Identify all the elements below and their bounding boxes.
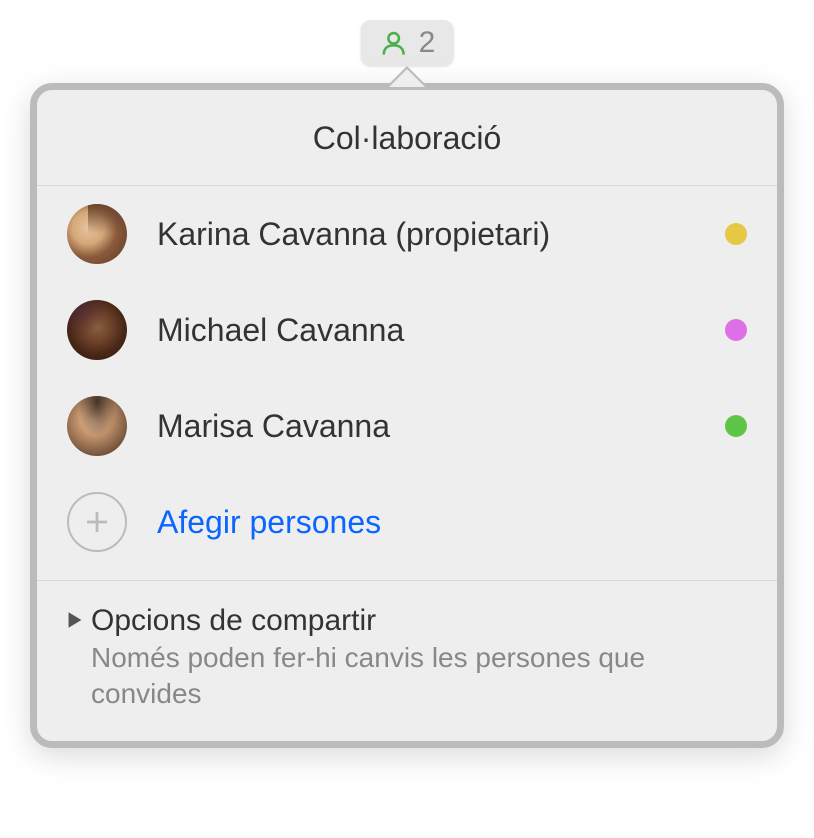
status-dot: [725, 223, 747, 245]
avatar: [67, 396, 127, 456]
person-icon: [379, 28, 409, 58]
participant-name: Marisa Cavanna: [157, 408, 695, 445]
popover-header: Col·laboració: [37, 90, 777, 186]
participant-row[interactable]: Karina Cavanna (propietari): [37, 186, 777, 282]
share-options-content: Opcions de compartir Només poden fer-hi …: [91, 601, 747, 713]
status-dot: [725, 415, 747, 437]
collaboration-count: 2: [419, 26, 436, 60]
share-options-row[interactable]: Opcions de compartir Només poden fer-hi …: [37, 580, 777, 741]
participant-row[interactable]: Marisa Cavanna: [37, 378, 777, 474]
collaboration-badge-button[interactable]: 2: [361, 20, 454, 66]
avatar: [67, 300, 127, 360]
disclosure-triangle-icon: [67, 611, 83, 634]
popover-title: Col·laboració: [37, 120, 777, 157]
share-options-subtitle: Només poden fer-hi canvis les persones q…: [91, 640, 747, 713]
participant-name: Karina Cavanna (propietari): [157, 216, 695, 253]
avatar: [67, 204, 127, 264]
share-options-title: Opcions de compartir: [91, 601, 747, 640]
status-dot: [725, 319, 747, 341]
participant-name: Michael Cavanna: [157, 312, 695, 349]
plus-icon: [67, 492, 127, 552]
participant-row[interactable]: Michael Cavanna: [37, 282, 777, 378]
add-people-button[interactable]: Afegir persones: [37, 474, 777, 580]
add-people-label: Afegir persones: [157, 504, 381, 541]
collaboration-popover: Col·laboració Karina Cavanna (propietari…: [30, 83, 784, 748]
participants-list: Karina Cavanna (propietari) Michael Cava…: [37, 186, 777, 580]
